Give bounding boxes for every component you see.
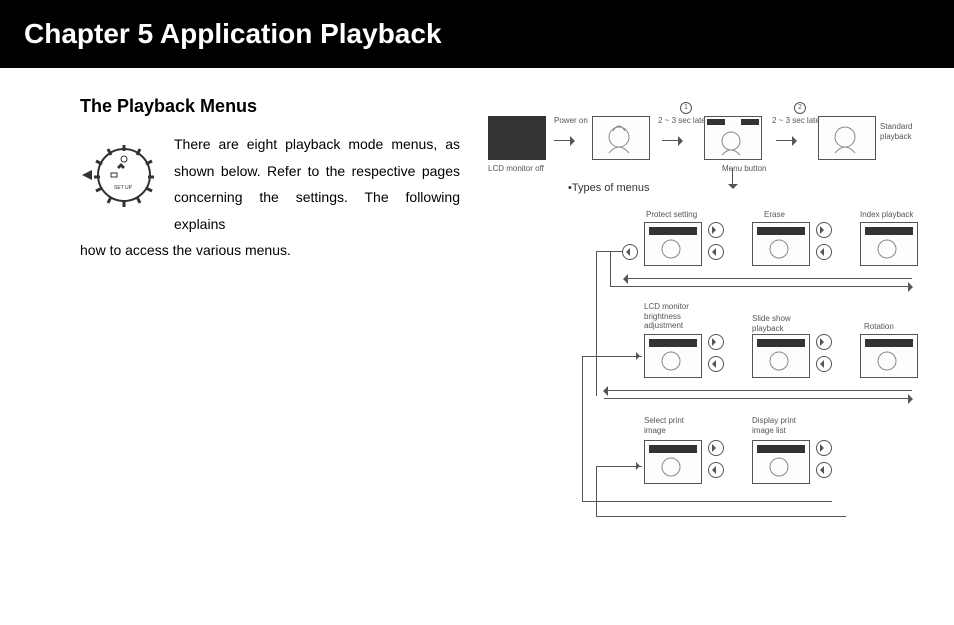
protect-label: Protect setting: [646, 210, 697, 220]
types-of-menus-label: •Types of menus: [568, 182, 650, 194]
nav-right-button[interactable]: [816, 222, 832, 238]
arrow-down-icon: [728, 168, 738, 194]
chapter-title: Chapter 5 Application Playback: [24, 18, 442, 49]
wait-label-1: 2 ~ 3 sec later.: [658, 116, 710, 126]
nav-left-button[interactable]: [708, 356, 724, 372]
rotation-thumb: [860, 334, 918, 378]
arrow-icon: [662, 136, 688, 146]
step-number-1: 1: [680, 102, 692, 114]
connector-line: [596, 251, 597, 396]
wait-label-2: 2 ~ 3 sec later.: [772, 116, 824, 126]
connector-line: [596, 466, 597, 516]
step-thumb-2: [704, 116, 762, 160]
step-number-2: 2: [794, 102, 806, 114]
erase-label: Erase: [764, 210, 785, 220]
standard-playback-label: Standard playback: [880, 122, 912, 141]
nav-right-button[interactable]: [708, 222, 724, 238]
arrow-head-icon: [636, 352, 644, 360]
nav-right-button[interactable]: [816, 440, 832, 456]
rotation-label: Rotation: [864, 322, 894, 332]
nav-left-button[interactable]: [816, 244, 832, 260]
standard-playback-thumb: [818, 116, 876, 160]
lcd-bright-thumb: [644, 334, 702, 378]
nav-left-button[interactable]: [708, 462, 724, 478]
nav-left-button[interactable]: [622, 244, 638, 260]
nav-left-button[interactable]: [816, 356, 832, 372]
nav-right-button[interactable]: [708, 440, 724, 456]
connector-line: [610, 286, 624, 287]
slide-label: Slide show playback: [752, 314, 791, 333]
intro-row: SET UP There are eight playback mode men…: [80, 137, 460, 237]
connector-line: [582, 501, 832, 502]
lcd-off-label: LCD monitor off: [488, 164, 544, 174]
nav-right-button[interactable]: [708, 334, 724, 350]
step-thumb-1: [592, 116, 650, 160]
nav-arrows: [618, 276, 918, 290]
select-print-label: Select print image: [644, 416, 684, 435]
nav-left-button[interactable]: [708, 244, 724, 260]
protect-thumb: [644, 222, 702, 266]
chapter-header: Chapter 5 Application Playback: [0, 0, 954, 68]
menu-flow-diagram: Power on LCD monitor off 1 2 ~ 3 sec lat…: [488, 96, 926, 566]
lcd-off-thumb: [488, 116, 546, 160]
nav-arrows: [598, 388, 918, 402]
display-print-label: Display print image list: [752, 416, 796, 435]
connector-line: [610, 251, 611, 286]
arrow-icon: [554, 136, 580, 146]
connector-line: [582, 356, 642, 357]
nav-left-button[interactable]: [816, 462, 832, 478]
index-label: Index playback: [860, 210, 913, 220]
power-on-label: Power on: [554, 116, 588, 126]
left-column: The Playback Menus: [80, 96, 460, 566]
display-print-thumb: [752, 440, 810, 484]
mode-dial-icon: SET UP: [80, 137, 160, 217]
body-text-1: There are eight playback mode menus, as …: [174, 131, 460, 237]
erase-thumb: [752, 222, 810, 266]
page-content: The Playback Menus: [0, 68, 954, 566]
svg-text:SET UP: SET UP: [114, 185, 133, 191]
select-print-thumb: [644, 440, 702, 484]
lcd-bright-label: LCD monitor brightness adjustment: [644, 302, 689, 331]
arrow-icon: [776, 136, 802, 146]
connector-line: [582, 356, 583, 501]
slide-thumb: [752, 334, 810, 378]
index-thumb: [860, 222, 918, 266]
body-text-2: how to access the various menus.: [80, 237, 460, 264]
connector-line: [596, 516, 846, 517]
section-title: The Playback Menus: [80, 96, 460, 117]
nav-right-button[interactable]: [816, 334, 832, 350]
arrow-head-icon: [636, 462, 644, 470]
connector-line: [596, 251, 622, 252]
